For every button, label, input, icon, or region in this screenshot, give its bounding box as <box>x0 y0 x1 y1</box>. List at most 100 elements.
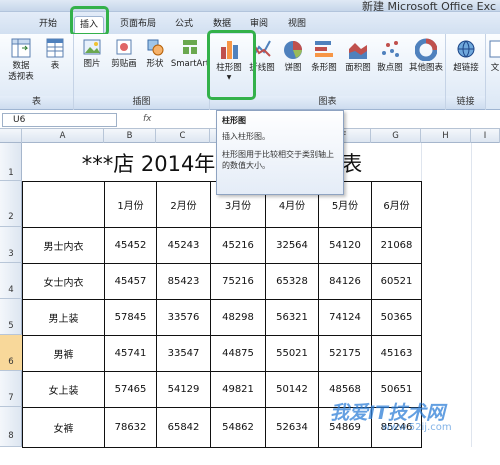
table-cell[interactable]: 50142 <box>265 371 319 408</box>
tooltip-line: 插入柱形图。 <box>222 132 270 141</box>
table-cell[interactable]: 女士内衣 <box>22 263 105 300</box>
clipart-button[interactable]: 剪贴画 <box>108 37 140 70</box>
tab-page-layout[interactable]: 页面布局 <box>115 16 161 32</box>
pie-chart-button[interactable]: 饼图 <box>280 37 306 74</box>
group-links: 超链接 链接 <box>446 34 486 110</box>
table-cell[interactable]: 45457 <box>104 263 157 300</box>
tab-home[interactable]: 开始 <box>32 16 64 32</box>
table-cell[interactable]: 52634 <box>265 407 319 448</box>
name-box[interactable]: U6 <box>2 113 117 127</box>
pivot-table-button[interactable]: 数据 透视表 <box>4 37 38 83</box>
table-cell[interactable] <box>22 181 105 228</box>
column-header[interactable]: B <box>104 129 156 143</box>
shapes-button[interactable]: 形状 <box>142 37 168 70</box>
table-cell[interactable]: 74124 <box>318 299 372 336</box>
table-row: 男裤 45741 33547 44875 55021 52175 45163 <box>22 335 422 372</box>
group-links-label: 链接 <box>446 96 485 109</box>
column-header[interactable]: A <box>22 129 104 143</box>
table-cell[interactable]: 33576 <box>156 299 211 336</box>
tab-formulas[interactable]: 公式 <box>170 16 198 32</box>
text-box-icon <box>489 40 500 58</box>
table-cell[interactable]: 男上装 <box>22 299 105 336</box>
select-all-corner[interactable] <box>0 129 22 143</box>
row-header[interactable]: 4 <box>0 263 22 299</box>
table-cell[interactable]: 78632 <box>104 407 157 448</box>
table-cell[interactable]: 女上装 <box>22 371 105 408</box>
table-cell[interactable]: 45216 <box>210 227 266 264</box>
table-cell[interactable]: 57845 <box>104 299 157 336</box>
table-cell[interactable]: 65842 <box>156 407 211 448</box>
picture-label: 图片 <box>83 59 101 69</box>
table-cell[interactable]: 45163 <box>371 335 422 372</box>
table-cell[interactable]: 57465 <box>104 371 157 408</box>
tooltip-title: 柱形图 <box>222 116 246 125</box>
table-cell[interactable]: 56321 <box>265 299 319 336</box>
fx-icon[interactable]: fx <box>143 114 152 124</box>
table-cell[interactable]: 54120 <box>318 227 372 264</box>
row-header[interactable]: 5 <box>0 299 22 335</box>
text-label: 文 <box>490 63 500 73</box>
pivot-table-icon <box>11 38 31 58</box>
pivot-table-label: 数据 透视表 <box>8 61 34 82</box>
area-chart-button[interactable]: 面积图 <box>342 37 374 74</box>
table-cell[interactable]: 男士内衣 <box>22 227 105 264</box>
table-cell[interactable]: 44875 <box>210 335 266 372</box>
table-row: 男上装 57845 33576 48298 56321 74124 50365 <box>22 299 422 336</box>
table-cell[interactable]: 55021 <box>265 335 319 372</box>
picture-button[interactable]: 图片 <box>78 37 106 70</box>
table-cell[interactable]: 50365 <box>371 299 422 336</box>
table-cell[interactable]: 33547 <box>156 335 211 372</box>
area-chart-icon <box>349 43 367 59</box>
column-header[interactable]: H <box>421 129 471 143</box>
table-cell[interactable]: 45741 <box>104 335 157 372</box>
row-header[interactable]: 2 <box>0 181 22 227</box>
area-chart-label: 面积图 <box>345 63 371 73</box>
tab-view[interactable]: 视图 <box>283 16 311 32</box>
smartart-button[interactable]: SmartArt <box>170 37 210 70</box>
bar-chart-button[interactable]: 条形图 <box>308 37 340 74</box>
table-cell[interactable]: 75216 <box>210 263 266 300</box>
table-cell[interactable]: 21068 <box>371 227 422 264</box>
table-cell[interactable]: 60521 <box>371 263 422 300</box>
table-cell[interactable]: 45243 <box>156 227 211 264</box>
row-header-selected[interactable]: 6 <box>0 335 22 371</box>
doughnut-chart-icon <box>415 38 437 61</box>
hyperlink-button[interactable]: 超链接 <box>448 37 484 74</box>
column-header[interactable]: I <box>471 129 500 143</box>
table-cell[interactable]: 2月份 <box>156 181 211 228</box>
table-cell[interactable]: 54862 <box>210 407 266 448</box>
text-button[interactable]: 文 <box>488 37 500 74</box>
pie-chart-icon <box>284 41 302 59</box>
scatter-chart-button[interactable]: 散点图 <box>374 37 406 74</box>
table-cell[interactable]: 45452 <box>104 227 157 264</box>
row-header[interactable]: 3 <box>0 227 22 263</box>
picture-icon <box>83 39 101 55</box>
scatter-chart-label: 散点图 <box>377 63 403 73</box>
table-cell[interactable]: 65328 <box>265 263 319 300</box>
row-header[interactable]: 8 <box>0 407 22 447</box>
group-illustrations-label: 插图 <box>74 96 209 109</box>
table-cell[interactable]: 54129 <box>156 371 211 408</box>
table-cell[interactable]: 85423 <box>156 263 211 300</box>
table-cell[interactable]: 女裤 <box>22 407 105 448</box>
smartart-label: SmartArt <box>170 59 210 69</box>
clipart-icon <box>116 39 132 55</box>
table-cell[interactable]: 84126 <box>318 263 372 300</box>
table-cell[interactable]: 6月份 <box>371 181 422 228</box>
table-button[interactable]: 表 <box>42 37 68 72</box>
clipart-label: 剪贴画 <box>111 59 137 69</box>
table-cell[interactable]: 男裤 <box>22 335 105 372</box>
table-cell[interactable]: 49821 <box>210 371 266 408</box>
smartart-icon <box>183 40 197 54</box>
table-cell[interactable]: 52175 <box>318 335 372 372</box>
grid-line <box>471 143 472 447</box>
table-cell[interactable]: 1月份 <box>104 181 157 228</box>
bar-chart-icon <box>315 41 333 57</box>
table-cell[interactable]: 32564 <box>265 227 319 264</box>
table-cell[interactable]: 48298 <box>210 299 266 336</box>
row-header[interactable]: 1 <box>0 143 22 181</box>
column-header[interactable]: G <box>371 129 421 143</box>
row-header[interactable]: 7 <box>0 371 22 407</box>
column-header[interactable]: C <box>156 129 210 143</box>
other-charts-button[interactable]: 其他图表 <box>406 37 446 74</box>
